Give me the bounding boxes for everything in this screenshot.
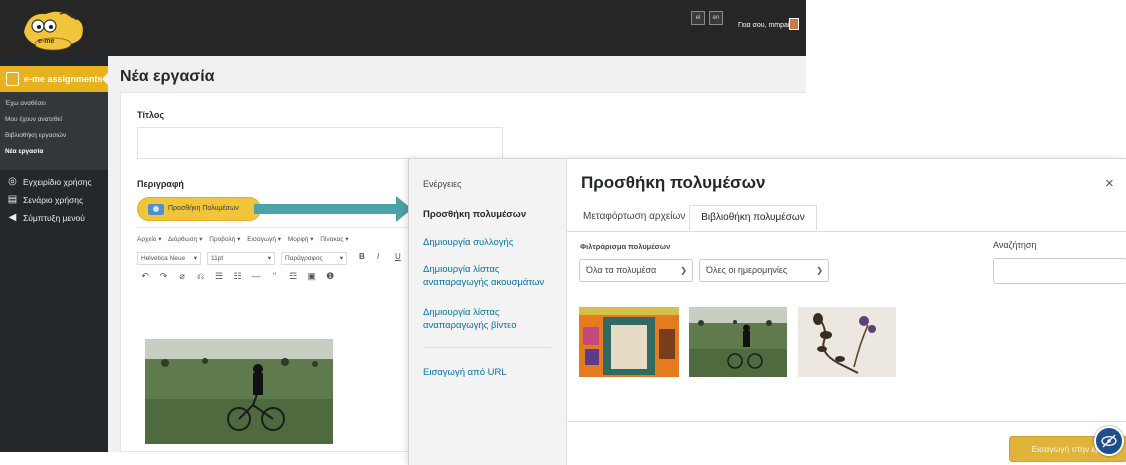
- chevron-down-icon: ❯: [680, 266, 687, 275]
- sidebar-item-manual[interactable]: ◎ Εγχειρίδιο χρήσης: [0, 174, 108, 190]
- avatar[interactable]: [789, 18, 799, 30]
- search-input[interactable]: [993, 258, 1126, 284]
- eye-off-icon[interactable]: [1094, 426, 1124, 456]
- redo-icon[interactable]: ↷: [156, 271, 172, 282]
- help-circle-icon: ◎: [8, 176, 17, 187]
- chevron-down-icon: ▾: [267, 255, 271, 262]
- menu-edit[interactable]: Διόρθωση ▾: [168, 236, 202, 243]
- add-media-button[interactable]: Προσθήκη Πολυμέσων: [137, 197, 261, 221]
- editor-menu-bar: Αρχείο ▾ Διόρθωση ▾ Προβολή ▾ Εισαγωγή ▾…: [137, 235, 354, 243]
- sidebar-item-label: Σύμπτυξη μενού: [23, 213, 85, 223]
- media-thumbnail[interactable]: [579, 307, 679, 377]
- sidebar-item-collapse[interactable]: ◀ Σύμπτυξη μενού: [0, 210, 108, 226]
- history-icon[interactable]: ⎌: [193, 271, 209, 282]
- font-family-value: Helvetica Neue: [141, 255, 186, 262]
- sidebar-item-assignments[interactable]: e-me assignments: [0, 66, 109, 92]
- chevron-down-icon: ❯: [816, 266, 823, 275]
- sidebar-item-label: e-me assignments: [24, 74, 103, 84]
- menu-table[interactable]: Πίνακας ▾: [320, 236, 348, 243]
- bold-icon[interactable]: B: [359, 252, 365, 261]
- lang-button-en[interactable]: en: [709, 11, 723, 25]
- align-icon[interactable]: ☲: [285, 271, 301, 282]
- font-family-select[interactable]: Helvetica Neue ▾: [137, 252, 201, 265]
- pointer-arrow: [254, 196, 412, 222]
- media-type-filter[interactable]: Όλα τα πολυμέσα ❯: [579, 259, 693, 282]
- media-icon: [148, 204, 164, 215]
- editor-toolbar: Αρχείο ▾ Διόρθωση ▾ Προβολή ▾ Εισαγωγή ▾…: [137, 227, 437, 289]
- sidebar-submenu: Έχω αναθέσει Μου έχουν ανατεθεί Βιβλιοθή…: [0, 92, 108, 170]
- submenu-item-assigned-by-me[interactable]: Έχω αναθέσει: [5, 100, 46, 107]
- numbered-list-icon[interactable]: ☷: [230, 271, 246, 282]
- assignment-icon: [6, 72, 19, 86]
- lang-button-el[interactable]: el: [691, 11, 705, 25]
- logo-text: e-me: [38, 38, 55, 45]
- tabs-divider: [567, 231, 1126, 232]
- underline-icon[interactable]: U: [395, 252, 401, 261]
- menu-separator: [423, 347, 551, 348]
- sidebar-item-label: Σενάριο χρήσης: [23, 195, 84, 205]
- media-thumbnail[interactable]: [798, 307, 896, 377]
- collapse-icon: ◀: [8, 212, 17, 223]
- chevron-down-icon: ▾: [193, 255, 197, 262]
- modal-title: Προσθήκη πολυμέσων: [581, 173, 766, 192]
- chevron-down-icon: ▾: [339, 255, 343, 262]
- editor-icon-row: ↶ ↷ ⌀ ⎌ ☰ ☷ — “ ☲ ▣ ❶: [137, 271, 338, 282]
- title-label: Τίτλος: [137, 110, 165, 120]
- tab-media-library[interactable]: Βιβλιοθήκη πολυμέσων: [689, 205, 817, 231]
- tab-upload-files[interactable]: Μεταφόρτωση αρχείων: [579, 205, 689, 231]
- media-modal-menu: Ενέργειες Προσθήκη πολυμέσων Δημιουργία …: [409, 159, 567, 465]
- paragraph-value: Παράγραφος: [285, 255, 323, 262]
- date-filter-value: Όλες οι ημερομηνίες: [706, 265, 788, 275]
- menu-create-gallery[interactable]: Δημιουργία συλλογής: [423, 236, 513, 249]
- sidebar: e-me assignments Έχω αναθέσει Μου έχουν …: [0, 56, 109, 452]
- menu-view[interactable]: Προβολή ▾: [209, 236, 240, 243]
- font-size-value: 11pt: [211, 255, 224, 262]
- title-input[interactable]: [137, 127, 503, 159]
- undo-icon[interactable]: ↶: [137, 271, 153, 282]
- menu-file[interactable]: Αρχείο ▾: [137, 236, 161, 243]
- page-title: Νέα εργασία: [120, 68, 215, 85]
- horizontal-rule-icon[interactable]: —: [248, 271, 264, 281]
- actions-heading: Ενέργειες: [423, 179, 462, 189]
- menu-insert-from-url[interactable]: Εισαγωγή από URL: [423, 366, 507, 379]
- clear-format-icon[interactable]: ⌀: [174, 271, 190, 282]
- top-bar: e-me el en Γεια σου, mmpaiiou: [0, 0, 806, 56]
- media-thumbnail[interactable]: [689, 307, 787, 377]
- media-embed-icon[interactable]: ▣: [304, 271, 320, 282]
- help-icon[interactable]: ❶: [322, 271, 338, 282]
- sidebar-item-label: Εγχειρίδιο χρήσης: [23, 177, 92, 187]
- submenu-item-assigned-to-me[interactable]: Μου έχουν ανατεθεί: [5, 116, 62, 123]
- bullet-list-icon[interactable]: ☰: [211, 271, 227, 282]
- submenu-item-new-assignment[interactable]: Νέα εργασία: [5, 148, 43, 155]
- menu-add-media[interactable]: Προσθήκη πολυμέσων: [423, 208, 526, 221]
- sidebar-item-scenario[interactable]: ▤ Σενάριο χρήσης: [0, 192, 108, 208]
- add-media-label: Προσθήκη Πολυμέσων: [168, 205, 239, 212]
- font-size-select[interactable]: 11pt ▾: [207, 252, 275, 265]
- menu-create-video-playlist[interactable]: Δημιουργία λίστας αναπαραγωγής βίντεο: [423, 306, 561, 332]
- media-type-value: Όλα τα πολυμέσα: [586, 265, 657, 275]
- blockquote-icon[interactable]: “: [267, 271, 283, 281]
- italic-icon[interactable]: I: [377, 252, 379, 261]
- paragraph-select[interactable]: Παράγραφος ▾: [281, 252, 347, 265]
- search-label: Αναζήτηση: [993, 240, 1037, 250]
- date-filter[interactable]: Όλες οι ημερομηνίες ❯: [699, 259, 829, 282]
- e-me-logo[interactable]: [16, 6, 88, 52]
- description-label: Περιγραφή: [137, 179, 184, 189]
- menu-insert[interactable]: Εισαγωγή ▾: [247, 236, 281, 243]
- modal-footer: Εισαγωγή στην εργ: [567, 421, 1126, 465]
- media-modal: Ενέργειες Προσθήκη πολυμέσων Δημιουργία …: [408, 158, 1126, 465]
- editor-image-bicycle[interactable]: [145, 339, 333, 444]
- menu-create-audio-playlist[interactable]: Δημιουργία λίστας αναπαραγωγής ακουσμάτω…: [423, 263, 561, 289]
- filter-label: Φιλτράρισμα πολυμέσων: [580, 242, 671, 251]
- submenu-item-assignment-library[interactable]: Βιβλιοθήκη εργασιών: [5, 132, 66, 139]
- menu-format[interactable]: Μορφή ▾: [288, 236, 314, 243]
- document-icon: ▤: [7, 194, 18, 205]
- close-icon[interactable]: ×: [1105, 175, 1114, 192]
